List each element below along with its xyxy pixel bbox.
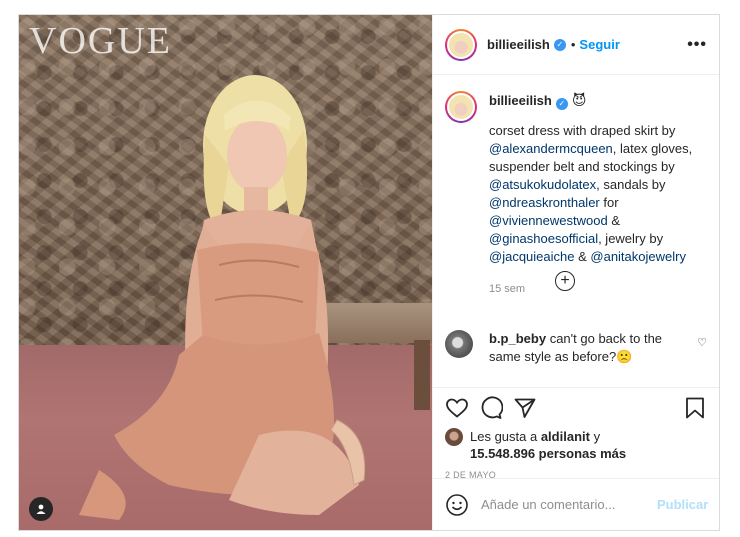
save-button[interactable]	[681, 394, 709, 422]
post-header: billieeilish ✓ • Seguir •••	[433, 15, 719, 75]
header-username[interactable]: billieeilish	[487, 37, 550, 52]
user-icon	[36, 504, 46, 514]
bookmark-icon	[686, 397, 704, 419]
caption-body: billieeilish ✓ 😈 corset dress with draped …	[489, 91, 704, 298]
follow-button[interactable]: Seguir	[579, 37, 619, 52]
post-photo[interactable]: VOGUE	[19, 15, 432, 530]
likes-middle: y	[589, 429, 601, 444]
add-comment-bar: Publicar	[433, 478, 719, 530]
comment-item: b.p_beby can't go back to the same style…	[445, 330, 707, 366]
like-button[interactable]	[443, 394, 471, 422]
publish-comment-button[interactable]: Publicar	[657, 497, 708, 512]
mention-link[interactable]: @alexandermcqueen	[489, 141, 613, 156]
mention-link[interactable]: @anitakojewelry	[590, 249, 686, 264]
caption-emoji: 😈	[571, 92, 587, 108]
tagged-users-button[interactable]	[29, 497, 53, 521]
commenter-avatar[interactable]	[445, 330, 473, 358]
likes-prefix: Les gusta a	[470, 429, 541, 444]
mention-link[interactable]: @ndreaskronthaler	[489, 195, 600, 210]
post-card: VOGUE billieeilish ✓ • Seguir ••• billie…	[18, 14, 720, 531]
comment-bubble-icon	[481, 396, 503, 419]
comment-input[interactable]	[481, 497, 657, 512]
comment-body: b.p_beby can't go back to the same style…	[489, 330, 674, 366]
share-button[interactable]	[511, 394, 539, 422]
comment-like-heart-icon[interactable]: ♡	[697, 336, 707, 366]
heart-icon	[446, 398, 468, 418]
vogue-masthead: VOGUE	[29, 20, 172, 62]
smiley-icon	[446, 493, 468, 516]
model-figure	[79, 75, 366, 520]
caption-segment: , jewelry by	[598, 231, 664, 246]
caption: billieeilish ✓ 😈 corset dress with draped …	[445, 91, 707, 298]
verified-badge-icon: ✓	[553, 38, 566, 51]
caption-story-ring[interactable]	[445, 91, 477, 123]
comments-section: billieeilish ✓ 😈 corset dress with draped …	[433, 75, 719, 388]
liker-avatar[interactable]	[445, 428, 463, 446]
likes-text: Les gusta a aldilanit y 15.548.896 perso…	[470, 428, 626, 462]
caption-segment: corset dress with draped skirt by	[489, 123, 676, 138]
story-ring[interactable]	[445, 28, 477, 61]
commenter-username[interactable]: b.p_beby	[489, 331, 546, 346]
action-bar	[433, 388, 719, 428]
verified-badge-icon: ✓	[555, 98, 568, 110]
likes-summary: Les gusta a aldilanit y 15.548.896 perso…	[433, 428, 719, 462]
caption-text: corset dress with draped skirt by @alexa…	[489, 122, 704, 266]
comment-button[interactable]	[477, 394, 505, 422]
likes-count[interactable]: 15.548.896 personas más	[470, 446, 626, 461]
avatar	[447, 30, 475, 59]
caption-time[interactable]: 15 sem	[489, 280, 704, 298]
caption-avatar	[447, 93, 475, 121]
mention-link[interactable]: @atsukokudolatex	[489, 177, 596, 192]
caption-segment: for	[599, 195, 619, 210]
post-side-panel: billieeilish ✓ • Seguir ••• billieeilish…	[432, 15, 719, 530]
caption-segment: , sandals by	[596, 177, 666, 192]
mention-link[interactable]: @viviennewestwood	[489, 213, 608, 228]
load-more-comments-button[interactable]: +	[555, 271, 575, 291]
paper-plane-icon	[514, 398, 536, 418]
mention-link[interactable]: @ginashoesofficial	[489, 231, 598, 246]
separator-dot: •	[570, 37, 576, 52]
more-options-icon[interactable]: •••	[687, 36, 707, 54]
caption-segment: &	[574, 249, 591, 264]
mention-link[interactable]: @jacquieaiche	[489, 249, 574, 264]
liker-username[interactable]: aldilanit	[541, 429, 590, 444]
emoji-button[interactable]	[445, 493, 469, 517]
caption-segment: &	[607, 213, 620, 228]
caption-username[interactable]: billieeilish	[489, 93, 552, 108]
